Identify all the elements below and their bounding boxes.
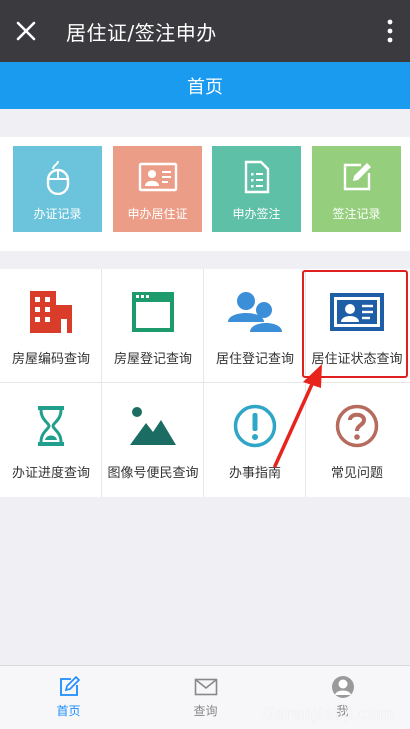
- tab-label: 首页: [56, 704, 81, 718]
- watermark: Gerenjiaoji.com: [262, 704, 395, 723]
- edit-icon: [59, 676, 80, 696]
- tab-label: 查询: [193, 704, 218, 718]
- tab-home[interactable]: 首页: [0, 666, 137, 729]
- tab-query[interactable]: 查询: [137, 666, 274, 729]
- mail-icon: [194, 678, 217, 696]
- user-icon: [331, 676, 354, 698]
- arrow-annotation: [273, 364, 322, 468]
